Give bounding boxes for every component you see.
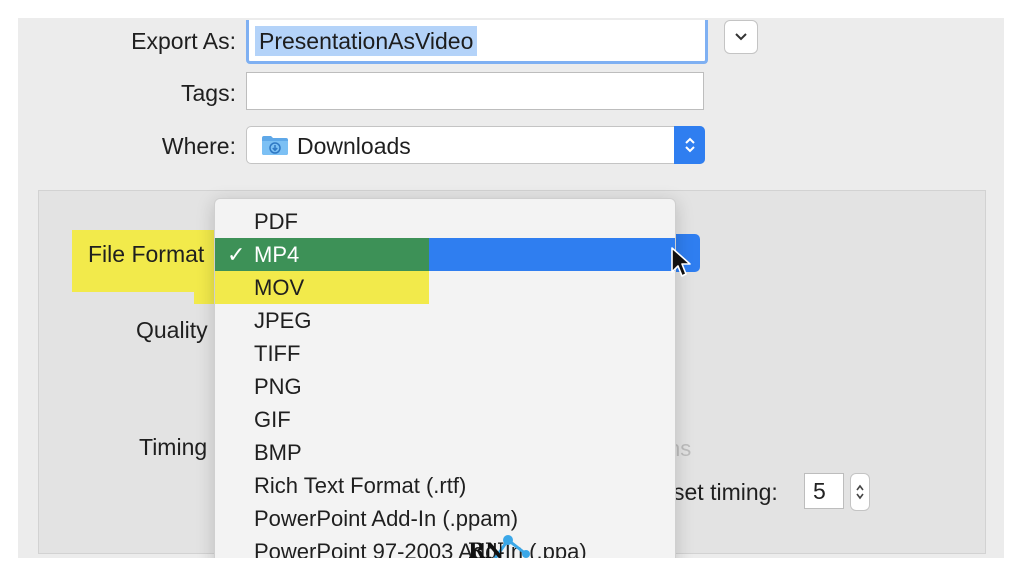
- menu-item-ppa[interactable]: PowerPoint 97-2003 Add-In (.ppa): [215, 535, 675, 558]
- menu-item-pdf[interactable]: PDF: [215, 205, 675, 238]
- tags-label: Tags:: [181, 80, 236, 106]
- menu-item-rtf[interactable]: Rich Text Format (.rtf): [215, 469, 675, 502]
- menu-item-mp4[interactable]: ✓ MP4: [215, 238, 675, 271]
- tags-field[interactable]: [246, 72, 704, 110]
- watermark-text: RN Talks: [468, 538, 504, 558]
- menu-item-label: MP4: [254, 242, 300, 267]
- preset-timing-input[interactable]: 5: [804, 473, 844, 509]
- menu-item-png[interactable]: PNG: [215, 370, 675, 403]
- mov-highlight: [215, 271, 429, 304]
- up-down-stepper-icon: [856, 484, 864, 500]
- menu-item-ppam[interactable]: PowerPoint Add-In (.ppam): [215, 502, 675, 535]
- export-as-value: PresentationAsVideo: [255, 26, 478, 56]
- menu-item-mov[interactable]: MOV: [215, 271, 675, 304]
- export-as-field[interactable]: PresentationAsVideo: [246, 20, 708, 64]
- mouse-pointer-icon: [671, 247, 691, 277]
- where-popup[interactable]: Downloads: [246, 126, 705, 164]
- up-down-stepper-icon: [684, 137, 695, 153]
- export-as-label: Export As:: [131, 28, 236, 54]
- save-dialog: Export As: PresentationAsVideo Tags: Whe…: [18, 18, 1004, 558]
- file-format-label: File Format: [88, 241, 205, 267]
- chevron-down-icon: [735, 33, 747, 41]
- watermark-logo: RN Talks: [464, 530, 566, 558]
- downloads-folder-icon: [262, 136, 288, 155]
- menu-item-bmp[interactable]: BMP: [215, 436, 675, 469]
- where-stepper[interactable]: [674, 126, 705, 164]
- preset-timing-label: set timing:: [673, 479, 778, 505]
- checkmark-icon: ✓: [227, 242, 246, 267]
- preset-timing-stepper[interactable]: [850, 473, 870, 511]
- quality-label: Quality: [136, 317, 208, 343]
- file-format-menu: PDF ✓ MP4 MOV JPEG TIFF PNG GIF BMP Rich…: [214, 198, 676, 558]
- menu-item-jpeg[interactable]: JPEG: [215, 304, 675, 337]
- expand-dialog-button[interactable]: [724, 20, 758, 54]
- mp4-highlight: [215, 238, 429, 271]
- where-value: Downloads: [297, 133, 411, 159]
- menu-item-label: MOV: [254, 275, 305, 300]
- menu-item-gif[interactable]: GIF: [215, 403, 675, 436]
- where-label: Where:: [161, 133, 236, 159]
- menu-item-tiff[interactable]: TIFF: [215, 337, 675, 370]
- timing-label: Timing: [139, 434, 208, 460]
